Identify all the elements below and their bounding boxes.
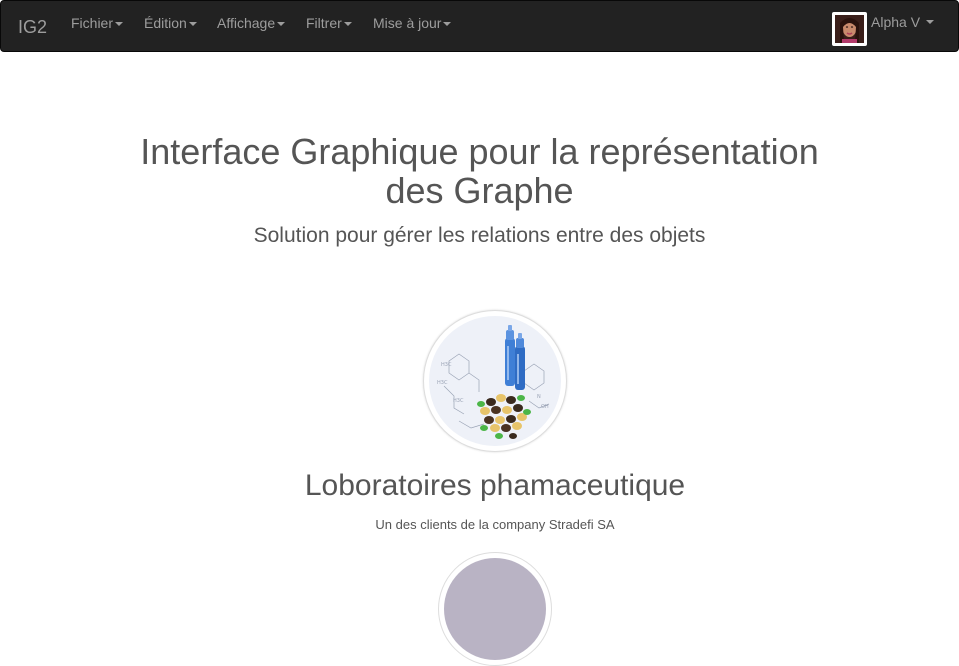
title-line-1: Interface Graphique pour la représentati… (140, 131, 819, 172)
page-title: Interface Graphique pour la représentati… (0, 132, 959, 210)
card-description: Un des clients de la company Stradefi SA (375, 517, 615, 532)
caret-down-icon (188, 22, 197, 27)
caret-down-icon (277, 22, 286, 27)
menu-label: Mise à jour (373, 15, 442, 31)
pharma-image: H3C H3C H3C OH N (423, 310, 567, 452)
menu-label: Affichage (217, 15, 276, 31)
next-card-image (438, 552, 552, 666)
caret-down-icon (343, 22, 352, 27)
caret-down-icon (443, 22, 452, 27)
menu-mise-a-jour[interactable]: Mise à jour (373, 15, 452, 31)
svg-text:H3C: H3C (453, 398, 464, 404)
svg-text:OH: OH (541, 404, 549, 410)
brand-link[interactable]: IG2 (18, 17, 47, 37)
svg-text:H3C: H3C (441, 362, 452, 368)
menu-label: Édition (144, 15, 187, 31)
caret-down-icon (115, 22, 124, 27)
avatar (832, 12, 867, 46)
page-subtitle: Solution pour gérer les relations entre … (253, 224, 706, 247)
menu-filtrer[interactable]: Filtrer (306, 15, 352, 31)
caret-down-icon (926, 20, 935, 24)
menu-fichier[interactable]: Fichier (71, 15, 124, 31)
menu-edition[interactable]: Édition (144, 15, 197, 31)
next-card-photo (444, 558, 546, 660)
top-navbar: IG2 Fichier Édition Affichage Filtrer Mi… (0, 0, 959, 52)
card-title: Loboratoires phamaceutique (304, 469, 686, 502)
svg-text:H3C: H3C (437, 380, 448, 386)
svg-text:N: N (537, 394, 541, 400)
user-menu[interactable]: Alpha V (832, 12, 935, 46)
title-line-2: des Graphe (385, 170, 574, 211)
menu-label: Filtrer (306, 15, 342, 31)
avatar-photo (835, 15, 864, 43)
pharma-illustration: H3C H3C H3C OH N (429, 316, 561, 446)
menu-label: Fichier (71, 15, 114, 31)
menu-affichage[interactable]: Affichage (217, 15, 286, 31)
user-name: Alpha V (871, 14, 921, 30)
